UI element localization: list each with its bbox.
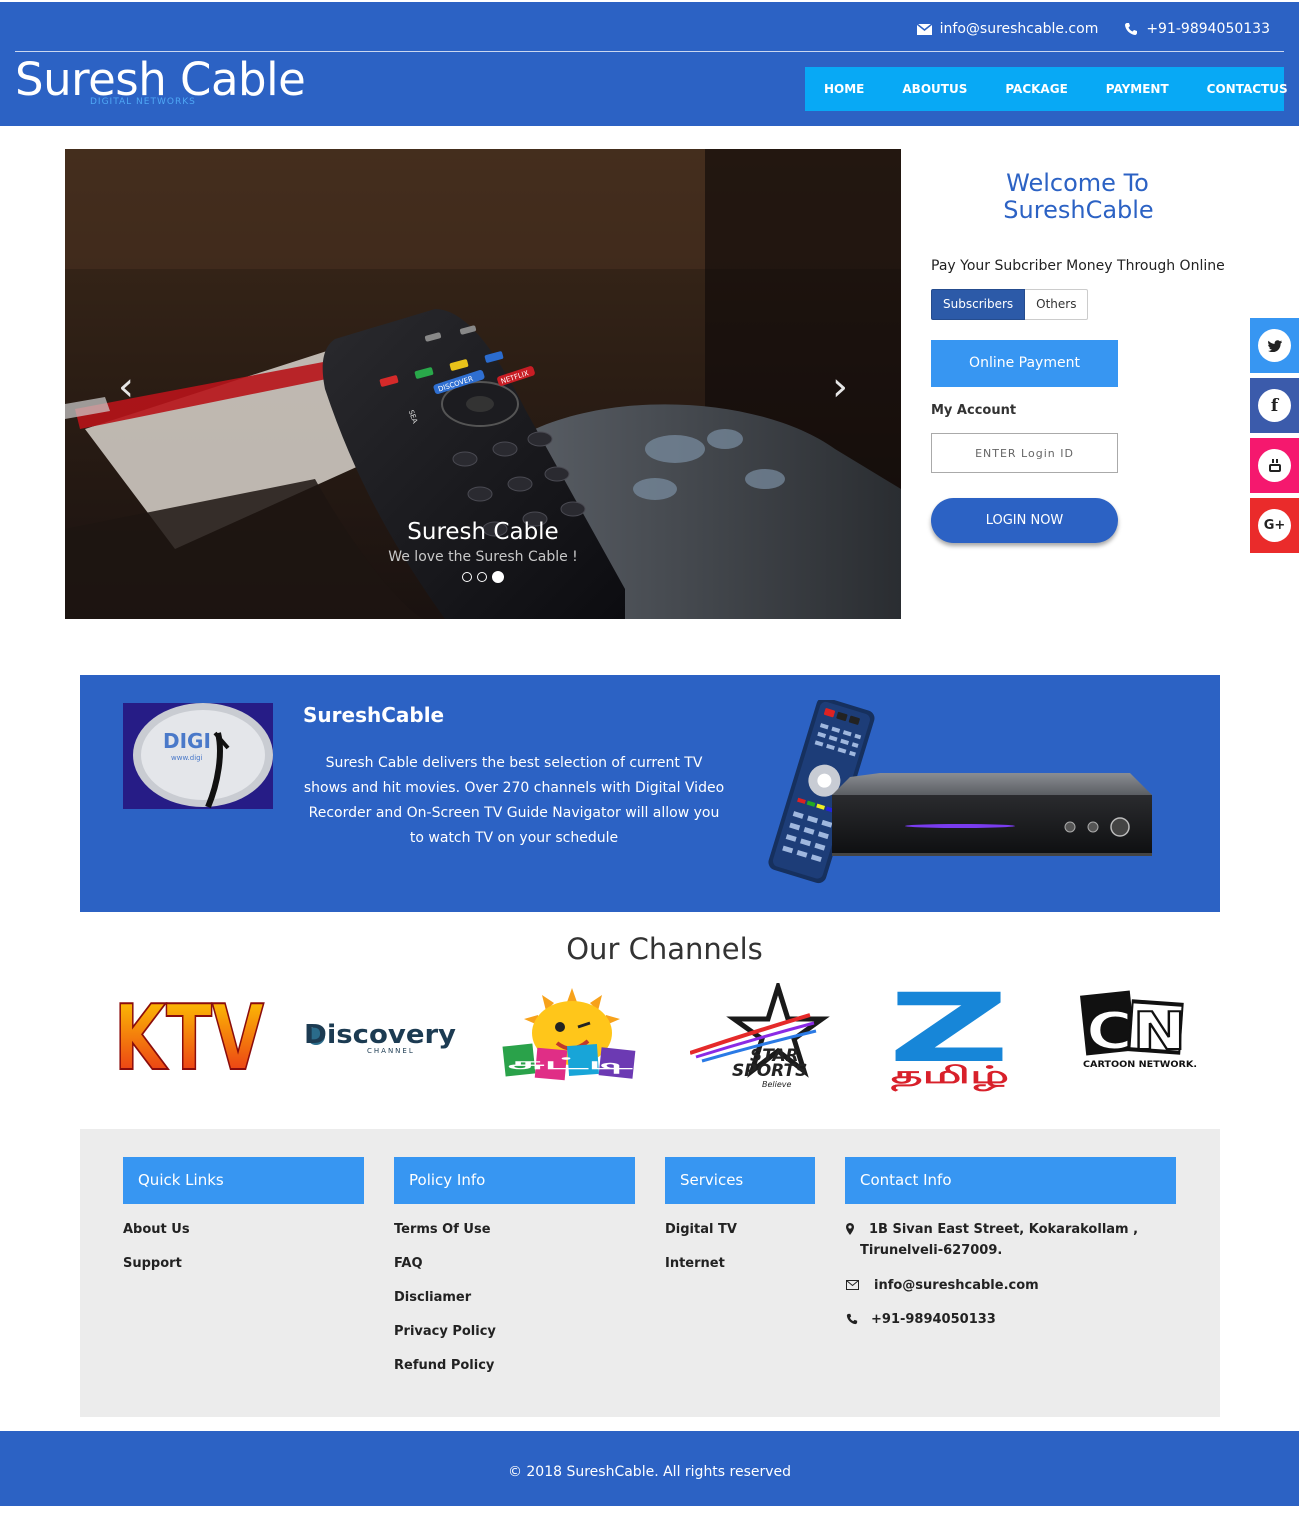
quick-links-heading: Quick Links [123,1157,364,1204]
footer-links: Quick Links About Us Support Policy Info… [80,1129,1220,1417]
youtube-icon [1258,449,1291,482]
brand-tagline: DIGITAL NETWORKS [90,97,196,107]
top-email-text: info@sureshcable.com [939,21,1099,37]
twitter-link[interactable] [1250,318,1299,373]
carousel-caption-title: Suresh Cable [407,519,559,545]
phone-icon [846,1313,858,1325]
contact-topbar: info@sureshcable.com +91-9894050133 [916,18,1270,40]
phone-icon [1125,23,1138,35]
google-plus-icon: G+ [1258,509,1291,542]
channel-logo-cartoon-network[interactable]: CN CARTOON NETWORK. [1078,983,1203,1093]
google-plus-link[interactable]: G+ [1250,498,1299,553]
set-top-box-image [750,697,1200,894]
chutti-logo-text: சுட்டி [508,1054,633,1074]
sports-logo-text: SPORTS [732,1061,807,1081]
about-section: DIGI www.digi SureshCable Suresh Cable d… [80,675,1220,912]
discovery-logo-text: Discovery [304,1020,456,1050]
nav-package[interactable]: PACKAGE [986,67,1086,111]
carousel-dot-1[interactable] [462,572,472,582]
main-nav: HOME ABOUTUS PACKAGE PAYMENT CONTACTUS [805,67,1288,111]
footer-link-disclaimer[interactable]: Discliamer [394,1290,471,1305]
online-payment-button[interactable]: Online Payment [931,340,1118,387]
cn-logo-sub: CARTOON NETWORK. [1083,1060,1197,1070]
tab-others[interactable]: Others [1025,289,1089,320]
pay-online-text: Pay Your Subcriber Money Through Online [931,258,1225,274]
site-header: info@sureshcable.com +91-9894050133 Sure… [0,2,1299,126]
contact-email[interactable]: info@sureshcable.com [874,1278,1039,1293]
contact-address-line1: 1B Sivan East Street, Kokarakollam , [869,1222,1139,1237]
tab-subscribers[interactable]: Subscribers [931,289,1026,320]
policy-info-heading: Policy Info [394,1157,635,1204]
footer-link-terms[interactable]: Terms Of Use [394,1222,491,1237]
satellite-dish-image: DIGI www.digi [123,703,273,809]
about-title: SureshCable [303,703,445,727]
channel-logo-star-sports[interactable]: STAR SPORTS Believe [689,978,835,1093]
facebook-link[interactable]: f [1250,378,1299,433]
star-logo-sub: Believe [762,1080,792,1089]
nav-home[interactable]: HOME [805,67,883,111]
carousel-dot-3[interactable] [492,571,504,583]
top-phone-text: +91-9894050133 [1146,21,1270,37]
welcome-panel: Welcome To SureshCable Pay Your Subcribe… [931,170,1226,543]
footer-link-privacy[interactable]: Privacy Policy [394,1324,496,1339]
login-id-input[interactable] [931,433,1118,473]
youtube-link[interactable] [1250,438,1299,493]
dish-brand-text: DIGI [163,729,211,753]
services-heading: Services [665,1157,815,1204]
contact-info-heading: Contact Info [845,1157,1176,1204]
welcome-title-line2: SureshCable [1003,196,1154,224]
carousel-prev-arrow[interactable]: ‹ [111,367,141,407]
envelope-icon [916,23,932,35]
contact-address-line2: Tirunelveli-627009. [860,1243,1003,1258]
zee-logo-sub: தமிழ் [891,1061,1009,1092]
footer-link-internet[interactable]: Internet [665,1256,725,1271]
top-phone[interactable]: +91-9894050133 [1124,21,1270,37]
payer-type-tabs: Subscribers Others [931,289,1089,320]
dish-url-text: www.digi [171,754,203,762]
login-now-button[interactable]: LOGIN NOW [931,498,1118,543]
ktv-logo-text: KTV [114,986,264,1083]
nav-contactus[interactable]: CONTACTUS [1188,67,1299,111]
cn-logo-text: CN [1086,1002,1186,1062]
channel-logo-chutti[interactable]: சுட்டி [502,983,642,1093]
footer-link-digital-tv[interactable]: Digital TV [665,1222,737,1237]
channel-logo-ktv[interactable]: KTV [112,983,267,1093]
welcome-title: Welcome To SureshCable [931,170,1226,224]
channels-title: Our Channels [566,932,763,966]
channel-logo-zee-tamil[interactable]: Z தமிழ் [888,974,1013,1093]
copyright-text: © 2018 SureshCable. All rights reserved [507,1464,792,1480]
footer-link-support[interactable]: Support [123,1256,182,1271]
top-email[interactable]: info@sureshcable.com [916,21,1099,37]
about-description: Suresh Cable delivers the best selection… [303,755,725,846]
copyright-bar: © 2018 SureshCable. All rights reserved [0,1431,1299,1506]
carousel-indicators [65,571,901,583]
footer-link-refund[interactable]: Refund Policy [394,1358,494,1373]
nav-aboutus[interactable]: ABOUTUS [883,67,986,111]
carousel-dot-2[interactable] [477,572,487,582]
discovery-logo-sub: CHANNEL [367,1047,415,1055]
channel-logo-discovery[interactable]: Discovery CHANNEL [302,983,460,1093]
footer-link-faq[interactable]: FAQ [394,1256,423,1271]
welcome-title-line1: Welcome To [1006,169,1149,197]
contact-phone[interactable]: +91-9894050133 [871,1312,996,1327]
hero-carousel[interactable]: DISCOVER NETFLIX SEA ‹ › Suresh Cable We… [65,149,901,619]
carousel-next-arrow[interactable]: › [825,367,855,407]
envelope-icon [846,1280,859,1290]
my-account-label: My Account [931,403,1017,418]
twitter-icon [1258,329,1291,362]
carousel-caption-text: We love the Suresh Cable ! [388,549,578,565]
facebook-icon: f [1258,389,1291,422]
footer-link-about-us[interactable]: About Us [123,1222,190,1237]
map-marker-icon [846,1223,854,1235]
brand-logo[interactable]: Suresh Cable DIGITAL NETWORKS [15,52,306,108]
nav-payment[interactable]: PAYMENT [1087,67,1188,111]
